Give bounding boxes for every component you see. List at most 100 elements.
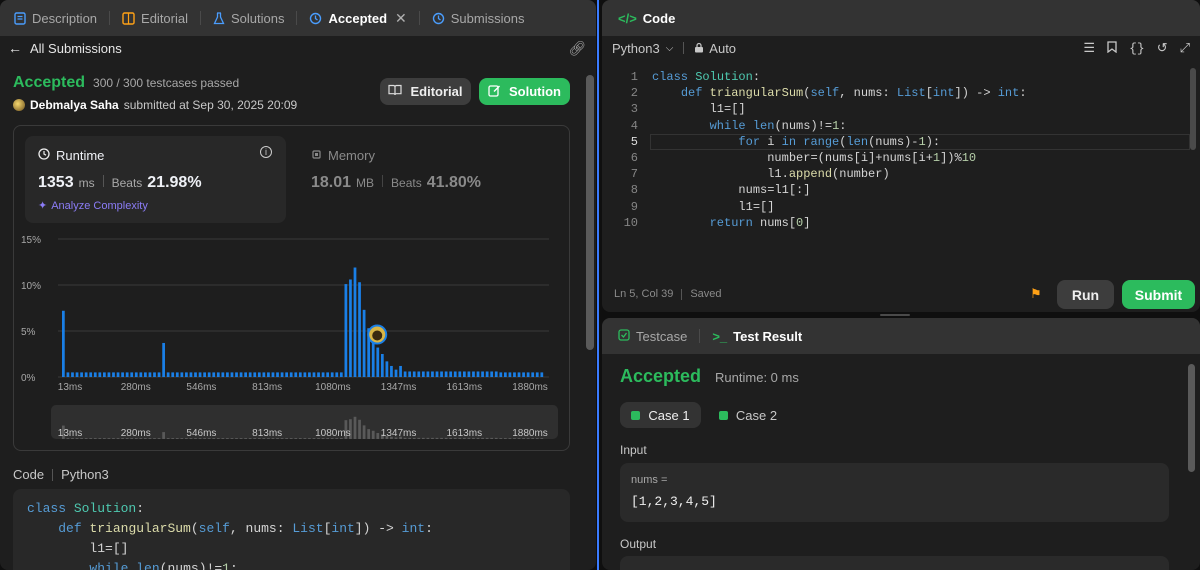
chart-bar (303, 372, 307, 377)
chart-bar (472, 371, 475, 377)
chart-bar (130, 372, 134, 377)
chart-bar (235, 372, 238, 377)
line-number: 2 (630, 86, 638, 101)
tab-code[interactable]: </> Code (612, 0, 681, 36)
analyze-label: Analyze Complexity (51, 199, 148, 212)
runtime-distribution-chart[interactable]: 15% 10% 5% 0% 13ms 280ms 546ms 813ms 1080ms 1347m… (13, 225, 570, 451)
code-line: while len(nums)!=1: (709, 118, 847, 133)
code-content[interactable]: class Solution: def triangularSum(self, … (652, 69, 1027, 231)
code-line: l1=[] (738, 199, 775, 214)
username[interactable]: Debmalya Saha (30, 98, 119, 112)
chart-bar (481, 371, 484, 377)
auto-mode[interactable]: Auto (694, 41, 736, 56)
brush-bar (89, 438, 93, 439)
sparkle-icon: ✦ (38, 200, 48, 212)
bookmark-icon[interactable] (1107, 40, 1117, 56)
test-panel: Testcase >_ Test Result Accepted Runtime… (602, 318, 1200, 570)
brush-bar (98, 438, 102, 439)
chart-bar (180, 372, 184, 377)
arrow-left-icon: ← (8, 40, 22, 56)
test-result-header: Accepted Runtime: 0 ms (620, 366, 799, 387)
brush-bar (308, 438, 311, 439)
info-icon[interactable]: i (260, 146, 272, 158)
chart-bar (513, 372, 516, 377)
brush-bar (230, 438, 234, 439)
avatar[interactable] (13, 99, 25, 111)
divider (681, 288, 683, 300)
brush-tick-label: 546ms (186, 428, 216, 439)
case-2-button[interactable]: Case 2 (713, 402, 783, 428)
runtime-card[interactable]: Runtime i 1353 ms Beats 21.98% ✦ Analyze… (25, 136, 286, 223)
line-number: 8 (630, 183, 638, 198)
test-scrollbar[interactable] (1188, 364, 1195, 472)
brush-bar (303, 438, 307, 439)
tab-testcase[interactable]: Testcase (612, 318, 706, 354)
chart-bar (421, 371, 425, 377)
chart-bar (84, 372, 88, 377)
fullscreen-icon[interactable]: ⤢ (1180, 40, 1190, 56)
tab-label: Submissions (450, 10, 525, 26)
memory-card[interactable]: Memory 18.01 MB Beats 41.80% (298, 136, 558, 223)
language-select[interactable]: Python3 ⌵ (612, 41, 673, 56)
chart-bar (66, 372, 70, 377)
braces-icon[interactable]: {} (1129, 41, 1145, 56)
tab-description[interactable]: Description (8, 0, 116, 36)
case-1-button[interactable]: Case 1 (620, 402, 701, 428)
chart-bar (230, 372, 234, 377)
link-icon[interactable]: 🔗︎ (568, 40, 586, 57)
chart-bar (298, 372, 302, 377)
chart-bar (417, 371, 421, 377)
chart-bar (317, 372, 320, 377)
x-tick-label: 1080ms (315, 382, 351, 393)
editor-scrollbar[interactable] (1190, 68, 1196, 150)
code-editor-panel: </> Code Python3 ⌵ Auto ☰ {} ↺ ⤢ 1 2 3 4… (602, 0, 1200, 312)
x-tick-label: 1347ms (381, 382, 417, 393)
close-icon[interactable]: ✕ (395, 10, 407, 27)
run-button[interactable]: Run (1057, 280, 1114, 309)
solution-button[interactable]: Solution (479, 78, 570, 105)
chart-bar (531, 372, 535, 377)
tab-editorial[interactable]: Editorial (116, 0, 207, 36)
status-accepted: Accepted (13, 74, 86, 91)
brush-bar (285, 438, 289, 439)
tab-solutions[interactable]: Solutions (207, 0, 303, 36)
chart-bar (453, 371, 457, 377)
chart-bar (444, 371, 448, 377)
brush-tick-label: 813ms (252, 428, 282, 439)
case-label: Case 2 (735, 407, 778, 423)
code-line: nums=l1[:] (738, 183, 811, 198)
back-link[interactable]: ← All Submissions (8, 40, 122, 56)
tab-test-result[interactable]: >_ Test Result (706, 318, 808, 354)
analyze-complexity-link[interactable]: ✦ Analyze Complexity (38, 199, 148, 213)
chart-bar (426, 371, 430, 377)
brush-bar (103, 438, 106, 439)
horizontal-resize-handle[interactable] (880, 314, 910, 316)
save-status: Saved (690, 288, 722, 300)
chart-bar (121, 372, 124, 377)
chart-bar (490, 371, 494, 377)
brush-bar (175, 438, 179, 439)
debug-icon[interactable]: ⚑ (1030, 286, 1042, 302)
chart-bar (499, 372, 503, 377)
tab-submissions[interactable]: Submissions (426, 0, 531, 36)
y-tick-label: 5% (21, 327, 36, 338)
chart-bar (262, 372, 266, 377)
chart-bar (494, 371, 498, 377)
submit-button[interactable]: Submit (1122, 280, 1195, 309)
chart-bar (103, 372, 106, 377)
reset-icon[interactable]: ↺ (1157, 40, 1168, 56)
brush-bar (116, 438, 120, 439)
tab-separator (109, 11, 111, 25)
editor-body[interactable]: 1 2 3 4 5 6 7 8 9 10 class Solution: def triangul… (602, 66, 1200, 276)
editorial-button[interactable]: Editorial (380, 78, 471, 105)
tab-separator (699, 329, 701, 343)
divider (683, 42, 685, 54)
left-scrollbar[interactable] (586, 75, 594, 350)
chart-bar (285, 372, 289, 377)
tab-label: Test Result (733, 328, 803, 344)
chart-bar (239, 372, 243, 377)
panel-divider[interactable] (597, 0, 599, 570)
tab-accepted[interactable]: Accepted ✕ (303, 0, 425, 36)
format-icon[interactable]: ☰ (1083, 40, 1095, 56)
chart-bar (344, 284, 348, 377)
